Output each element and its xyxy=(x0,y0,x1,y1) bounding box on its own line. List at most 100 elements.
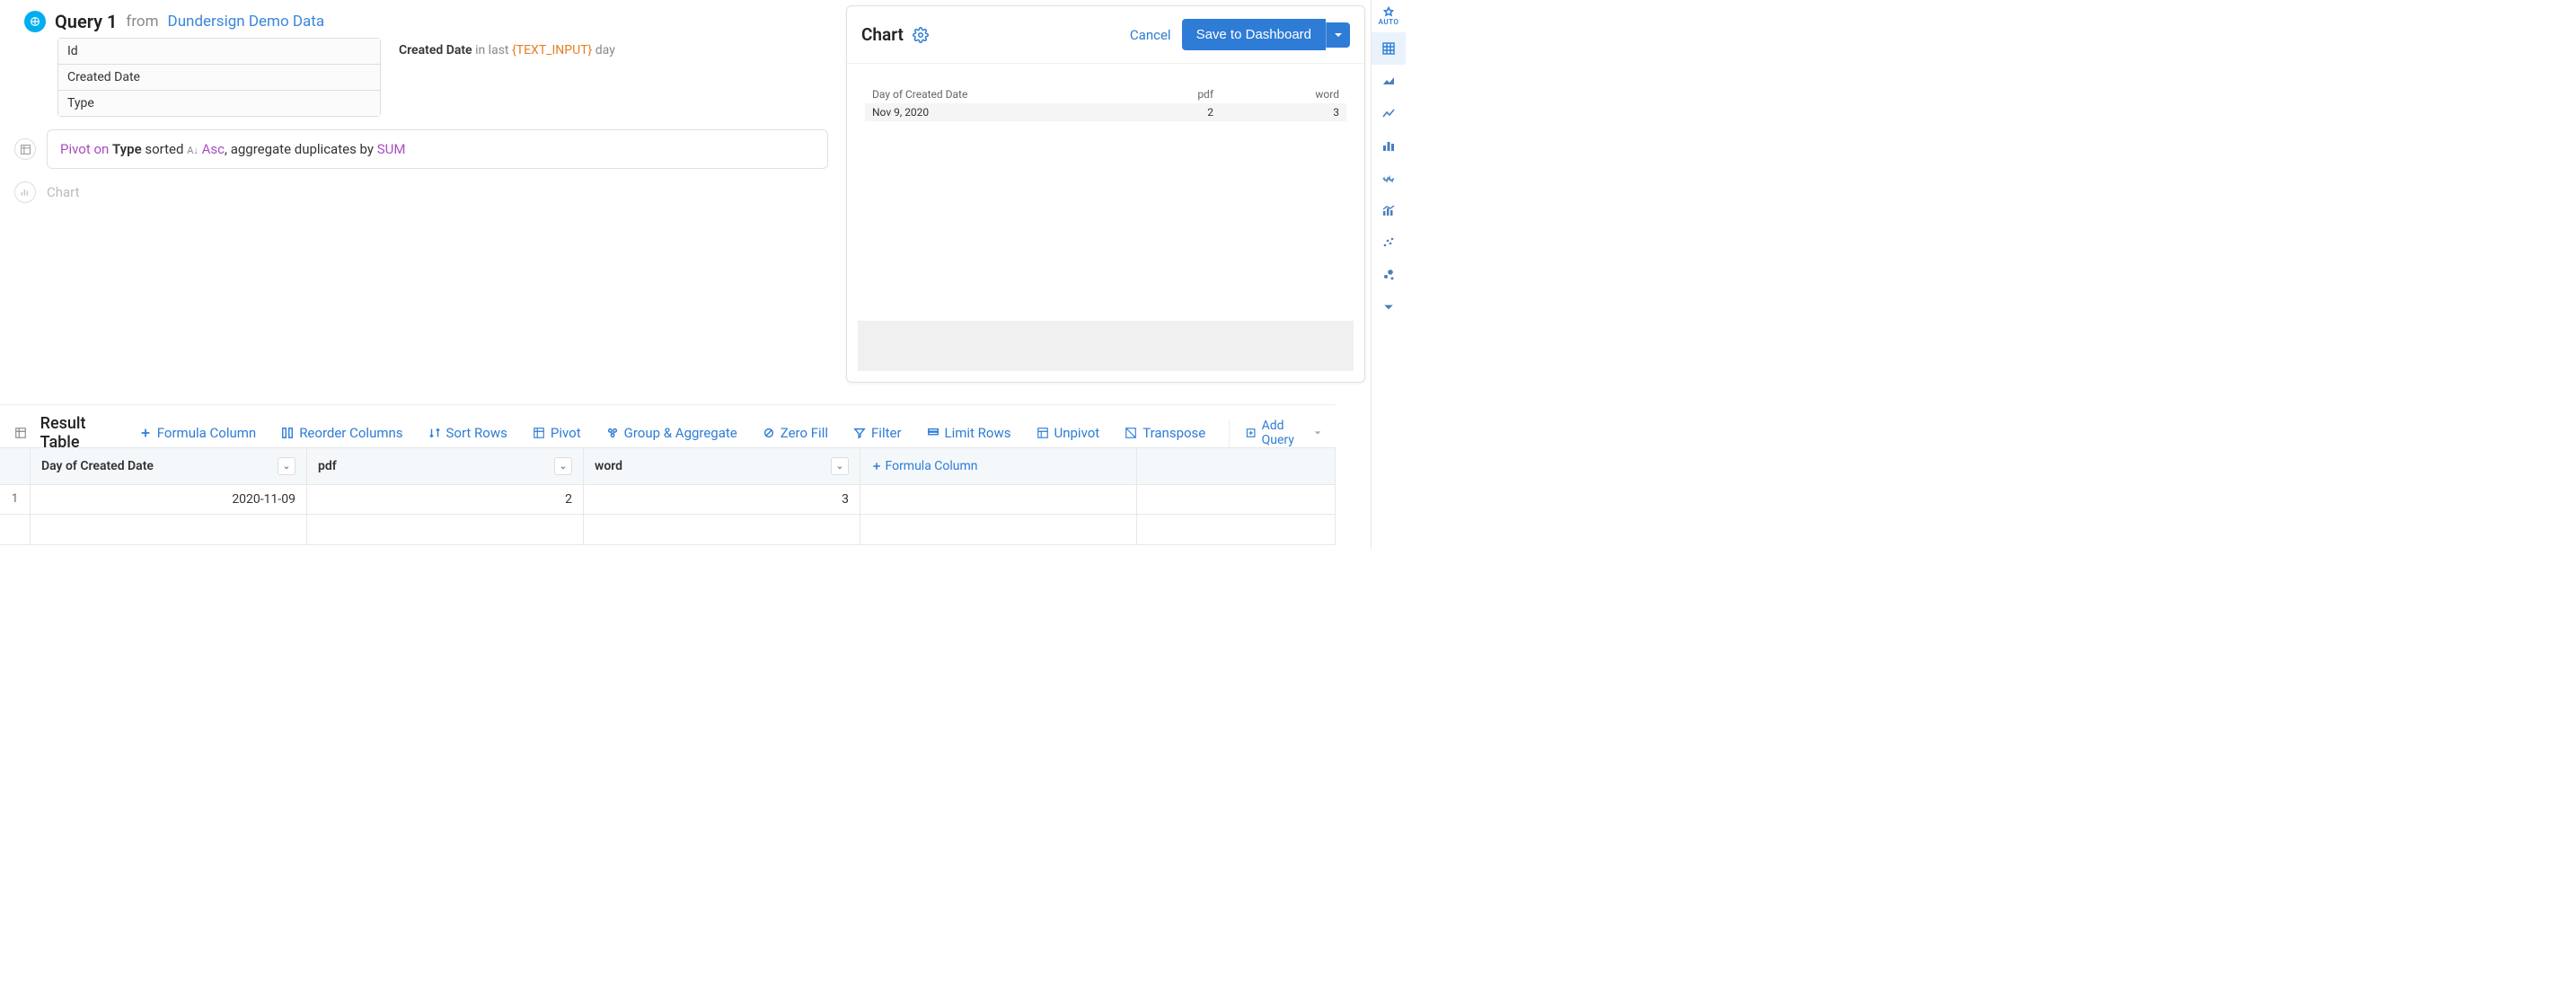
unpivot-button[interactable]: Unpivot xyxy=(1028,421,1109,445)
col-header-word-label: word xyxy=(595,459,622,473)
pivot-icon xyxy=(14,427,30,439)
chart-col-pdf: pdf xyxy=(1124,88,1213,101)
cell-word[interactable]: 3 xyxy=(584,485,860,514)
sidebar-auto-label: AUTO xyxy=(1379,18,1399,26)
gear-icon[interactable] xyxy=(913,27,929,43)
chart-table-row[interactable]: Nov 9, 2020 2 3 xyxy=(865,103,1346,121)
save-dropdown-button[interactable] xyxy=(1326,22,1350,48)
query-from-label: from xyxy=(126,13,158,31)
empty-cell xyxy=(31,515,307,544)
transpose-label: Transpose xyxy=(1142,425,1205,441)
pivot-prefix: Pivot on xyxy=(60,141,109,157)
transpose-button[interactable]: Transpose xyxy=(1116,421,1214,445)
pivot-field: Type xyxy=(112,141,142,157)
query-filter[interactable]: Created Date in last {TEXT_INPUT} day xyxy=(399,38,615,57)
chart-footer-area xyxy=(858,321,1354,371)
empty-cell xyxy=(860,515,1137,544)
empty-rownum xyxy=(0,515,31,544)
query-title[interactable]: Query 1 xyxy=(55,11,117,32)
chart-panel: Chart Cancel Save to Dashboard Day of Cr… xyxy=(846,5,1365,383)
sidebar-bar-line-icon[interactable] xyxy=(1372,194,1406,226)
cell-empty xyxy=(1137,485,1336,514)
column-type[interactable]: Type xyxy=(58,91,380,116)
col-header-pdf-label: pdf xyxy=(318,459,337,473)
formula-column-label: Formula Column xyxy=(157,425,256,441)
result-table: Day of Created Date ⌄ pdf ⌄ word ⌄ Formu… xyxy=(0,447,1336,545)
pivot-dir: Asc xyxy=(202,141,225,157)
table-row[interactable]: 1 2020-11-09 2 3 xyxy=(0,485,1336,515)
col-header-empty xyxy=(1137,448,1336,484)
filter-unit: day xyxy=(595,43,615,57)
filter-button[interactable]: Filter xyxy=(844,421,911,445)
sort-asc-icon: A↓ xyxy=(187,145,198,156)
pivot-label: Pivot xyxy=(551,425,581,441)
empty-cell xyxy=(307,515,584,544)
filter-param: {TEXT_INPUT} xyxy=(512,43,592,57)
reorder-columns-button[interactable]: Reorder Columns xyxy=(272,421,411,445)
cell-day[interactable]: 2020-11-09 xyxy=(31,485,307,514)
unpivot-label: Unpivot xyxy=(1054,425,1100,441)
empty-cell xyxy=(1137,515,1336,544)
sidebar-auto[interactable]: AUTO xyxy=(1372,0,1406,32)
group-aggregate-button[interactable]: Group & Aggregate xyxy=(597,421,746,445)
col-header-formula-label: Formula Column xyxy=(885,459,977,473)
pivot-step[interactable]: Pivot on Type sorted A↓ Asc, aggregate d… xyxy=(47,129,828,169)
save-to-dashboard-button[interactable]: Save to Dashboard xyxy=(1182,19,1326,50)
sidebar-sparkline-icon[interactable] xyxy=(1372,162,1406,194)
col-header-day-label: Day of Created Date xyxy=(41,459,154,473)
col-header-day[interactable]: Day of Created Date ⌄ xyxy=(31,448,307,484)
cell-formula[interactable] xyxy=(860,485,1137,514)
zero-fill-button[interactable]: Zero Fill xyxy=(754,421,837,445)
sidebar-table-icon[interactable] xyxy=(1372,32,1406,65)
chevron-down-icon[interactable]: ⌄ xyxy=(831,457,849,475)
sidebar-scatter-icon[interactable] xyxy=(1372,226,1406,259)
query-source-link[interactable]: Dundersign Demo Data xyxy=(168,13,325,31)
zero-fill-label: Zero Fill xyxy=(781,425,828,441)
limit-rows-label: Limit Rows xyxy=(945,425,1011,441)
add-query-label: Add Query xyxy=(1262,419,1309,447)
row-number: 1 xyxy=(0,485,31,514)
chart-cell-pdf: 2 xyxy=(1124,106,1213,119)
column-id[interactable]: Id xyxy=(58,39,380,65)
limit-rows-button[interactable]: Limit Rows xyxy=(918,421,1020,445)
column-created-date[interactable]: Created Date xyxy=(58,65,380,91)
group-aggregate-label: Group & Aggregate xyxy=(624,425,737,441)
chart-col-date: Day of Created Date xyxy=(872,88,1124,101)
query-columns-table[interactable]: Id Created Date Type xyxy=(57,38,381,117)
pivot-agg: SUM xyxy=(377,141,406,157)
chart-type-sidebar: AUTO xyxy=(1371,0,1406,549)
chart-cell-word: 3 xyxy=(1213,106,1339,119)
sidebar-bubble-icon[interactable] xyxy=(1372,259,1406,291)
chart-panel-title: Chart xyxy=(861,24,904,45)
col-header-formula[interactable]: Formula Column xyxy=(860,448,1137,484)
sidebar-more-icon[interactable] xyxy=(1372,291,1406,323)
sidebar-bar-icon[interactable] xyxy=(1372,129,1406,162)
formula-column-button[interactable]: Formula Column xyxy=(130,421,265,445)
empty-cell xyxy=(584,515,860,544)
cancel-button[interactable]: Cancel xyxy=(1130,27,1171,43)
pivot-agg-prefix: , aggregate duplicates by xyxy=(225,141,374,157)
filter-label: Filter xyxy=(871,425,902,441)
row-number-header xyxy=(0,448,31,484)
pivot-button[interactable]: Pivot xyxy=(524,421,590,445)
filter-op: in last xyxy=(475,43,508,57)
reorder-columns-label: Reorder Columns xyxy=(299,425,402,441)
query-icon xyxy=(24,11,46,32)
pivot-sorted: sorted xyxy=(145,141,183,157)
sidebar-area-icon[interactable] xyxy=(1372,65,1406,97)
sort-rows-label: Sort Rows xyxy=(446,425,507,441)
sort-rows-button[interactable]: Sort Rows xyxy=(419,421,516,445)
pivot-step-icon[interactable] xyxy=(14,138,36,160)
cell-pdf[interactable]: 2 xyxy=(307,485,584,514)
sidebar-line-icon[interactable] xyxy=(1372,97,1406,129)
col-header-pdf[interactable]: pdf ⌄ xyxy=(307,448,584,484)
chevron-down-icon[interactable]: ⌄ xyxy=(278,457,296,475)
chevron-down-icon[interactable]: ⌄ xyxy=(554,457,572,475)
chart-col-word: word xyxy=(1213,88,1339,101)
chart-cell-date: Nov 9, 2020 xyxy=(872,106,1124,119)
chart-step-icon[interactable] xyxy=(14,181,36,203)
chart-step-label[interactable]: Chart xyxy=(47,184,80,200)
col-header-word[interactable]: word ⌄ xyxy=(584,448,860,484)
add-query-button[interactable]: Add Query xyxy=(1229,419,1321,447)
filter-field: Created Date xyxy=(399,43,472,57)
